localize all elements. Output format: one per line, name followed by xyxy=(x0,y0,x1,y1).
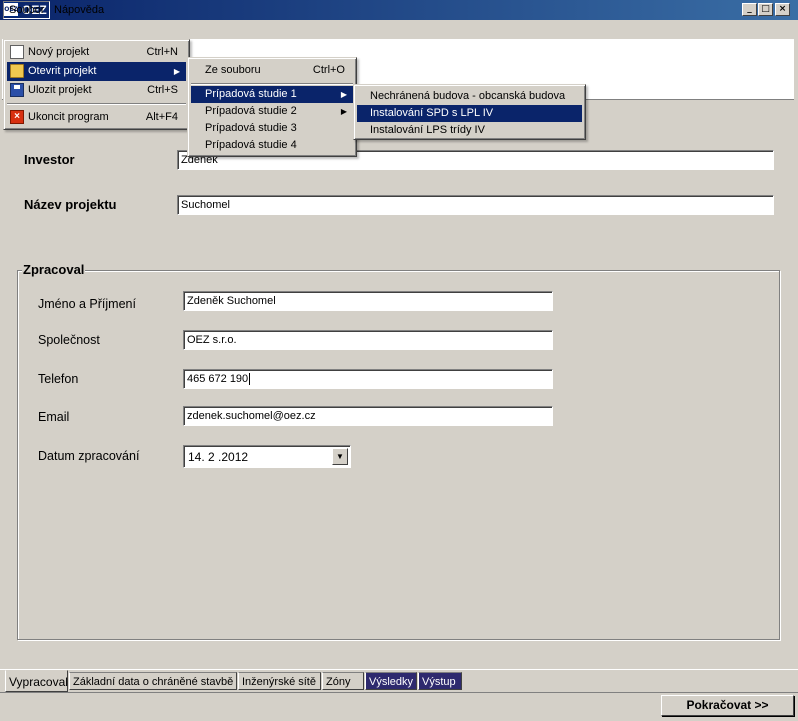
menu-item-case-study-1[interactable]: Prípadová studie 1 ▶ xyxy=(191,86,353,103)
project-name-label: Název projektu xyxy=(24,197,117,212)
submenu-arrow-icon: ▶ xyxy=(173,67,180,76)
case-study-submenu: Nechránená budova - obcanská budova Inst… xyxy=(353,84,586,140)
maximize-button[interactable]: □ xyxy=(758,3,773,16)
minimize-button[interactable]: _ xyxy=(742,3,757,16)
company-input[interactable]: OEZ s.r.o. xyxy=(183,330,553,350)
save-disk-icon xyxy=(10,83,24,97)
exit-icon: × xyxy=(10,110,24,124)
name-input[interactable]: Zdeněk Suchomel xyxy=(183,291,553,311)
menu-item-exit[interactable]: × Ukoncit program Alt+F4 xyxy=(7,108,186,127)
menu-item-save-shortcut: Ctrl+S xyxy=(147,84,178,96)
date-picker[interactable]: 14. 2 .2012 ▼ xyxy=(183,445,351,468)
menu-item-from-file-shortcut: Ctrl+O xyxy=(312,64,345,76)
title-bar xyxy=(0,0,798,20)
menu-item-save-label: Ulozit projekt xyxy=(28,84,92,96)
date-value: 14. 2 .2012 xyxy=(188,450,249,464)
investor-label: Investor xyxy=(24,152,75,167)
submenu-arrow-icon: ▶ xyxy=(340,107,347,116)
company-label: Společnost xyxy=(38,333,100,347)
continue-button[interactable]: Pokračovat >> xyxy=(661,695,794,716)
tab-utilities[interactable]: Inženýrské sítě xyxy=(238,672,321,690)
phone-input[interactable]: 465 672 190 xyxy=(183,369,553,389)
menu-item-lps-install[interactable]: Instalování LPS trídy IV xyxy=(357,122,582,139)
menu-item-new[interactable]: Nový projekt Ctrl+N xyxy=(7,43,186,62)
menu-separator xyxy=(7,103,186,105)
file-menu: Nový projekt Ctrl+N Otevrit projekt ▶ Ul… xyxy=(3,39,190,130)
menu-item-exit-shortcut: Alt+F4 xyxy=(145,111,178,123)
menu-file[interactable]: Soubor xyxy=(3,1,51,19)
chevron-down-icon[interactable]: ▼ xyxy=(332,448,348,465)
date-label: Datum zpracování xyxy=(38,449,140,463)
menu-item-exit-label: Ukoncit program xyxy=(28,111,109,123)
phone-label: Telefon xyxy=(38,372,79,386)
menu-bar xyxy=(0,20,798,39)
menu-item-case-study-3[interactable]: Prípadová studie 3 xyxy=(191,120,353,137)
menu-item-from-file-label: Ze souboru xyxy=(205,64,261,76)
menu-item-new-label: Nový projekt xyxy=(28,46,90,58)
menu-item-open[interactable]: Otevrit projekt ▶ xyxy=(7,62,186,81)
case-study-2-label: Prípadová studie 2 xyxy=(205,105,297,117)
case-study-1-label: Prípadová studie 1 xyxy=(205,88,297,100)
project-name-input[interactable]: Suchomel xyxy=(177,195,774,215)
tab-output[interactable]: Výstup xyxy=(418,672,462,690)
tab-vypracoval[interactable]: Vypracoval xyxy=(5,670,68,692)
menu-item-save[interactable]: Ulozit projekt Ctrl+S xyxy=(7,81,186,100)
menu-item-from-file[interactable]: Ze souboru Ctrl+O xyxy=(191,61,353,80)
email-input[interactable]: zdenek.suchomel@oez.cz xyxy=(183,406,553,426)
menu-item-case-study-4[interactable]: Prípadová studie 4 xyxy=(191,137,353,154)
menu-help[interactable]: Nápověda xyxy=(49,2,109,18)
name-label: Jméno a Příjmení xyxy=(38,297,136,311)
folder-icon xyxy=(10,64,24,78)
email-label: Email xyxy=(38,410,70,424)
tab-basic-data[interactable]: Základní data o chráněné stavbě xyxy=(69,672,237,690)
menu-item-open-label: Otevrit projekt xyxy=(28,65,97,77)
spd-install-label: Instalování SPD s LPL IV xyxy=(370,107,494,119)
phone-value: 465 672 190 xyxy=(187,373,249,385)
new-document-icon xyxy=(10,45,24,59)
close-button[interactable]: × xyxy=(775,3,790,16)
case-study-4-label: Prípadová studie 4 xyxy=(205,139,297,151)
menu-item-unprotected-building[interactable]: Nechránená budova - obcanská budova xyxy=(357,88,582,105)
submenu-arrow-icon: ▶ xyxy=(340,90,347,99)
group-legend: Zpracoval xyxy=(22,262,86,277)
lps-install-label: Instalování LPS trídy IV xyxy=(370,124,485,136)
menu-separator xyxy=(191,83,353,85)
menu-item-case-study-2[interactable]: Prípadová studie 2 ▶ xyxy=(191,103,353,120)
tab-results[interactable]: Výsledky xyxy=(365,672,417,690)
text-caret xyxy=(249,373,251,386)
menu-item-new-shortcut: Ctrl+N xyxy=(146,46,178,58)
unprotected-building-label: Nechránená budova - obcanská budova xyxy=(370,90,566,102)
tab-zones[interactable]: Zóny xyxy=(322,672,364,690)
menu-item-spd-install[interactable]: Instalování SPD s LPL IV xyxy=(357,105,582,122)
open-submenu: Ze souboru Ctrl+O Prípadová studie 1 ▶ P… xyxy=(187,57,357,157)
case-study-3-label: Prípadová studie 3 xyxy=(205,122,297,134)
tab-strip-line xyxy=(0,669,798,670)
